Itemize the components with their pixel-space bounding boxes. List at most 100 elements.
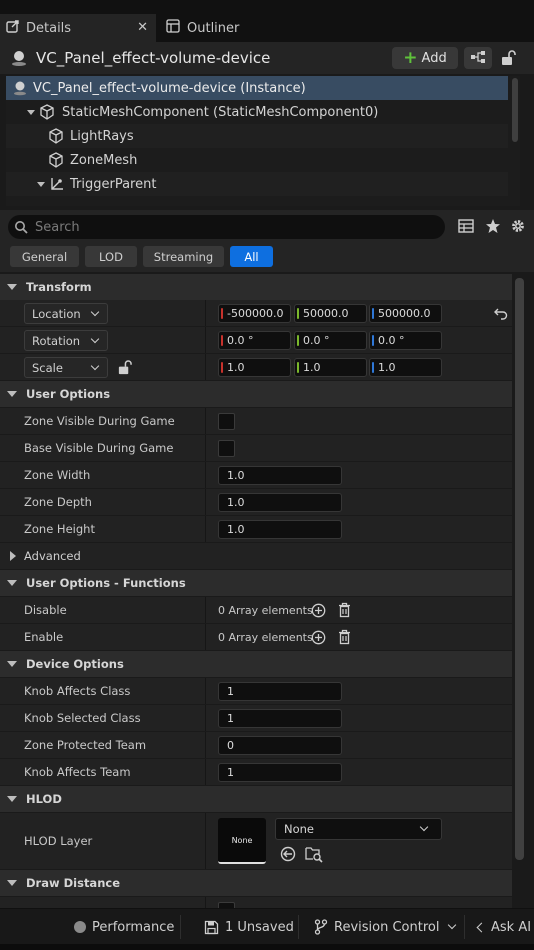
property-label: Zone Height xyxy=(24,522,95,536)
filter-streaming[interactable]: Streaming xyxy=(143,246,224,267)
revision-control-button[interactable]: Revision Control xyxy=(314,909,457,945)
base-visible-checkbox[interactable] xyxy=(218,440,235,457)
category-device-options[interactable]: Device Options xyxy=(0,651,512,677)
outliner-icon xyxy=(166,19,180,37)
category-hlod[interactable]: HLOD xyxy=(0,786,512,812)
performance-button[interactable]: Performance xyxy=(74,909,174,945)
settings-gear-icon[interactable] xyxy=(510,218,526,237)
rotation-mode-dropdown[interactable]: Rotation xyxy=(24,330,108,351)
reset-to-default-icon[interactable] xyxy=(494,306,508,323)
blueprint-button[interactable] xyxy=(464,47,492,69)
zone-protected-team-field[interactable]: 0 xyxy=(218,736,342,755)
ask-ai-button[interactable]: Ask AI xyxy=(476,909,531,945)
status-separator xyxy=(298,915,299,939)
search-input[interactable] xyxy=(35,219,415,235)
knob-affects-class-field[interactable]: 1 xyxy=(218,682,342,701)
add-element-icon[interactable] xyxy=(311,603,326,621)
filter-lod[interactable]: LOD xyxy=(85,246,137,267)
knob-affects-team-field[interactable]: 1 xyxy=(218,763,342,782)
tree-row-instance[interactable]: VC_Panel_effect-volume-device (Instance) xyxy=(6,76,508,100)
location-mode-dropdown[interactable]: Location xyxy=(24,303,108,324)
expand-arrow-icon[interactable] xyxy=(36,179,46,189)
column-divider xyxy=(205,597,206,623)
scale-z-field[interactable]: 1.0 xyxy=(369,358,442,377)
trash-icon[interactable] xyxy=(337,602,352,621)
use-selected-asset-icon[interactable] xyxy=(280,846,296,865)
subcategory-title: Advanced xyxy=(24,549,81,563)
column-divider xyxy=(205,624,206,650)
tab-outliner[interactable]: Outliner xyxy=(160,14,280,42)
chevron-down-icon xyxy=(90,307,100,317)
property-zone-depth: Zone Depth 1.0 xyxy=(0,489,512,515)
zone-width-field[interactable]: 1.0 xyxy=(218,466,342,485)
add-button-label: Add xyxy=(421,50,447,66)
subcategory-advanced[interactable]: Advanced xyxy=(0,543,512,569)
star-icon[interactable] xyxy=(485,218,501,237)
browse-asset-icon[interactable] xyxy=(305,845,323,866)
property-matrix-icon[interactable] xyxy=(458,218,474,237)
combo-label: Rotation xyxy=(32,333,81,348)
scale-mode-dropdown[interactable]: Scale xyxy=(24,357,108,378)
property-zone-visible: Zone Visible During Game xyxy=(0,408,512,434)
tree-row-lightrays[interactable]: LightRays xyxy=(6,124,508,148)
collapse-arrow-icon xyxy=(7,284,17,290)
property-label: Disable xyxy=(24,603,67,617)
column-divider xyxy=(205,516,206,542)
category-draw-distance[interactable]: Draw Distance xyxy=(0,870,512,896)
panel-tab-bar: Details ✕ Outliner xyxy=(0,12,534,42)
hlod-layer-dropdown[interactable]: None xyxy=(275,818,442,840)
add-element-icon[interactable] xyxy=(311,630,326,648)
tree-row-staticmesh[interactable]: StaticMeshComponent (StaticMeshComponent… xyxy=(6,100,508,124)
unsaved-label: 1 Unsaved xyxy=(225,919,294,935)
location-x-field[interactable]: -500000.0 xyxy=(218,304,291,323)
revision-control-label: Revision Control xyxy=(334,919,440,935)
column-divider xyxy=(205,408,206,434)
zone-visible-checkbox[interactable] xyxy=(218,413,235,430)
tab-outliner-label: Outliner xyxy=(187,20,240,36)
rotation-x-field[interactable]: 0.0 ° xyxy=(218,331,291,350)
scale-lock-icon[interactable] xyxy=(117,360,132,378)
filter-all[interactable]: All xyxy=(230,246,273,267)
tree-row-zonemesh[interactable]: ZoneMesh xyxy=(6,148,508,172)
cube-icon xyxy=(48,152,64,168)
property-scale: Scale 1.0 1.0 1.0 xyxy=(0,354,512,380)
property-enable: Enable 0 Array elements xyxy=(0,624,512,650)
property-hlod-layer: HLOD Layer None None xyxy=(0,813,512,869)
expand-arrow-icon[interactable] xyxy=(26,107,36,117)
rotation-z-field[interactable]: 0.0 ° xyxy=(369,331,442,350)
close-icon[interactable]: ✕ xyxy=(137,20,148,35)
asset-thumbnail[interactable]: None xyxy=(218,818,266,864)
unsaved-button[interactable]: 1 Unsaved xyxy=(204,909,294,945)
filter-general[interactable]: General xyxy=(10,246,79,267)
chevron-down-icon xyxy=(419,822,429,832)
category-user-options[interactable]: User Options xyxy=(0,381,512,407)
tree-scrollbar[interactable] xyxy=(512,78,518,142)
category-title: User Options - Functions xyxy=(26,576,186,590)
column-divider xyxy=(205,897,206,908)
zone-height-field[interactable]: 1.0 xyxy=(218,520,342,539)
save-icon xyxy=(204,920,219,935)
properties-scrollbar[interactable] xyxy=(515,278,524,860)
knob-selected-class-field[interactable]: 1 xyxy=(218,709,342,728)
add-component-button[interactable]: + Add xyxy=(392,47,458,69)
cube-icon xyxy=(48,128,64,144)
category-user-options-functions[interactable]: User Options - Functions xyxy=(0,570,512,596)
category-transform[interactable]: Transform xyxy=(0,274,512,300)
scale-y-field[interactable]: 1.0 xyxy=(294,358,367,377)
collapse-arrow-icon xyxy=(7,880,17,886)
scale-x-field[interactable]: 1.0 xyxy=(218,358,291,377)
location-z-field[interactable]: 500000.0 xyxy=(369,304,442,323)
trash-icon[interactable] xyxy=(337,629,352,648)
revision-control-icon xyxy=(314,919,328,935)
column-divider xyxy=(205,813,206,869)
tab-details[interactable]: Details ✕ xyxy=(0,14,156,42)
array-count: 0 Array elements xyxy=(218,630,313,644)
collapse-arrow-icon xyxy=(7,796,17,802)
rotation-y-field[interactable]: 0.0 ° xyxy=(294,331,367,350)
column-divider xyxy=(205,327,206,353)
expand-arrow-icon xyxy=(10,551,16,561)
zone-depth-field[interactable]: 1.0 xyxy=(218,493,342,512)
tree-row-triggerparent[interactable]: TriggerParent xyxy=(6,172,508,196)
location-y-field[interactable]: 50000.0 xyxy=(294,304,367,323)
lock-icon[interactable] xyxy=(500,50,516,69)
